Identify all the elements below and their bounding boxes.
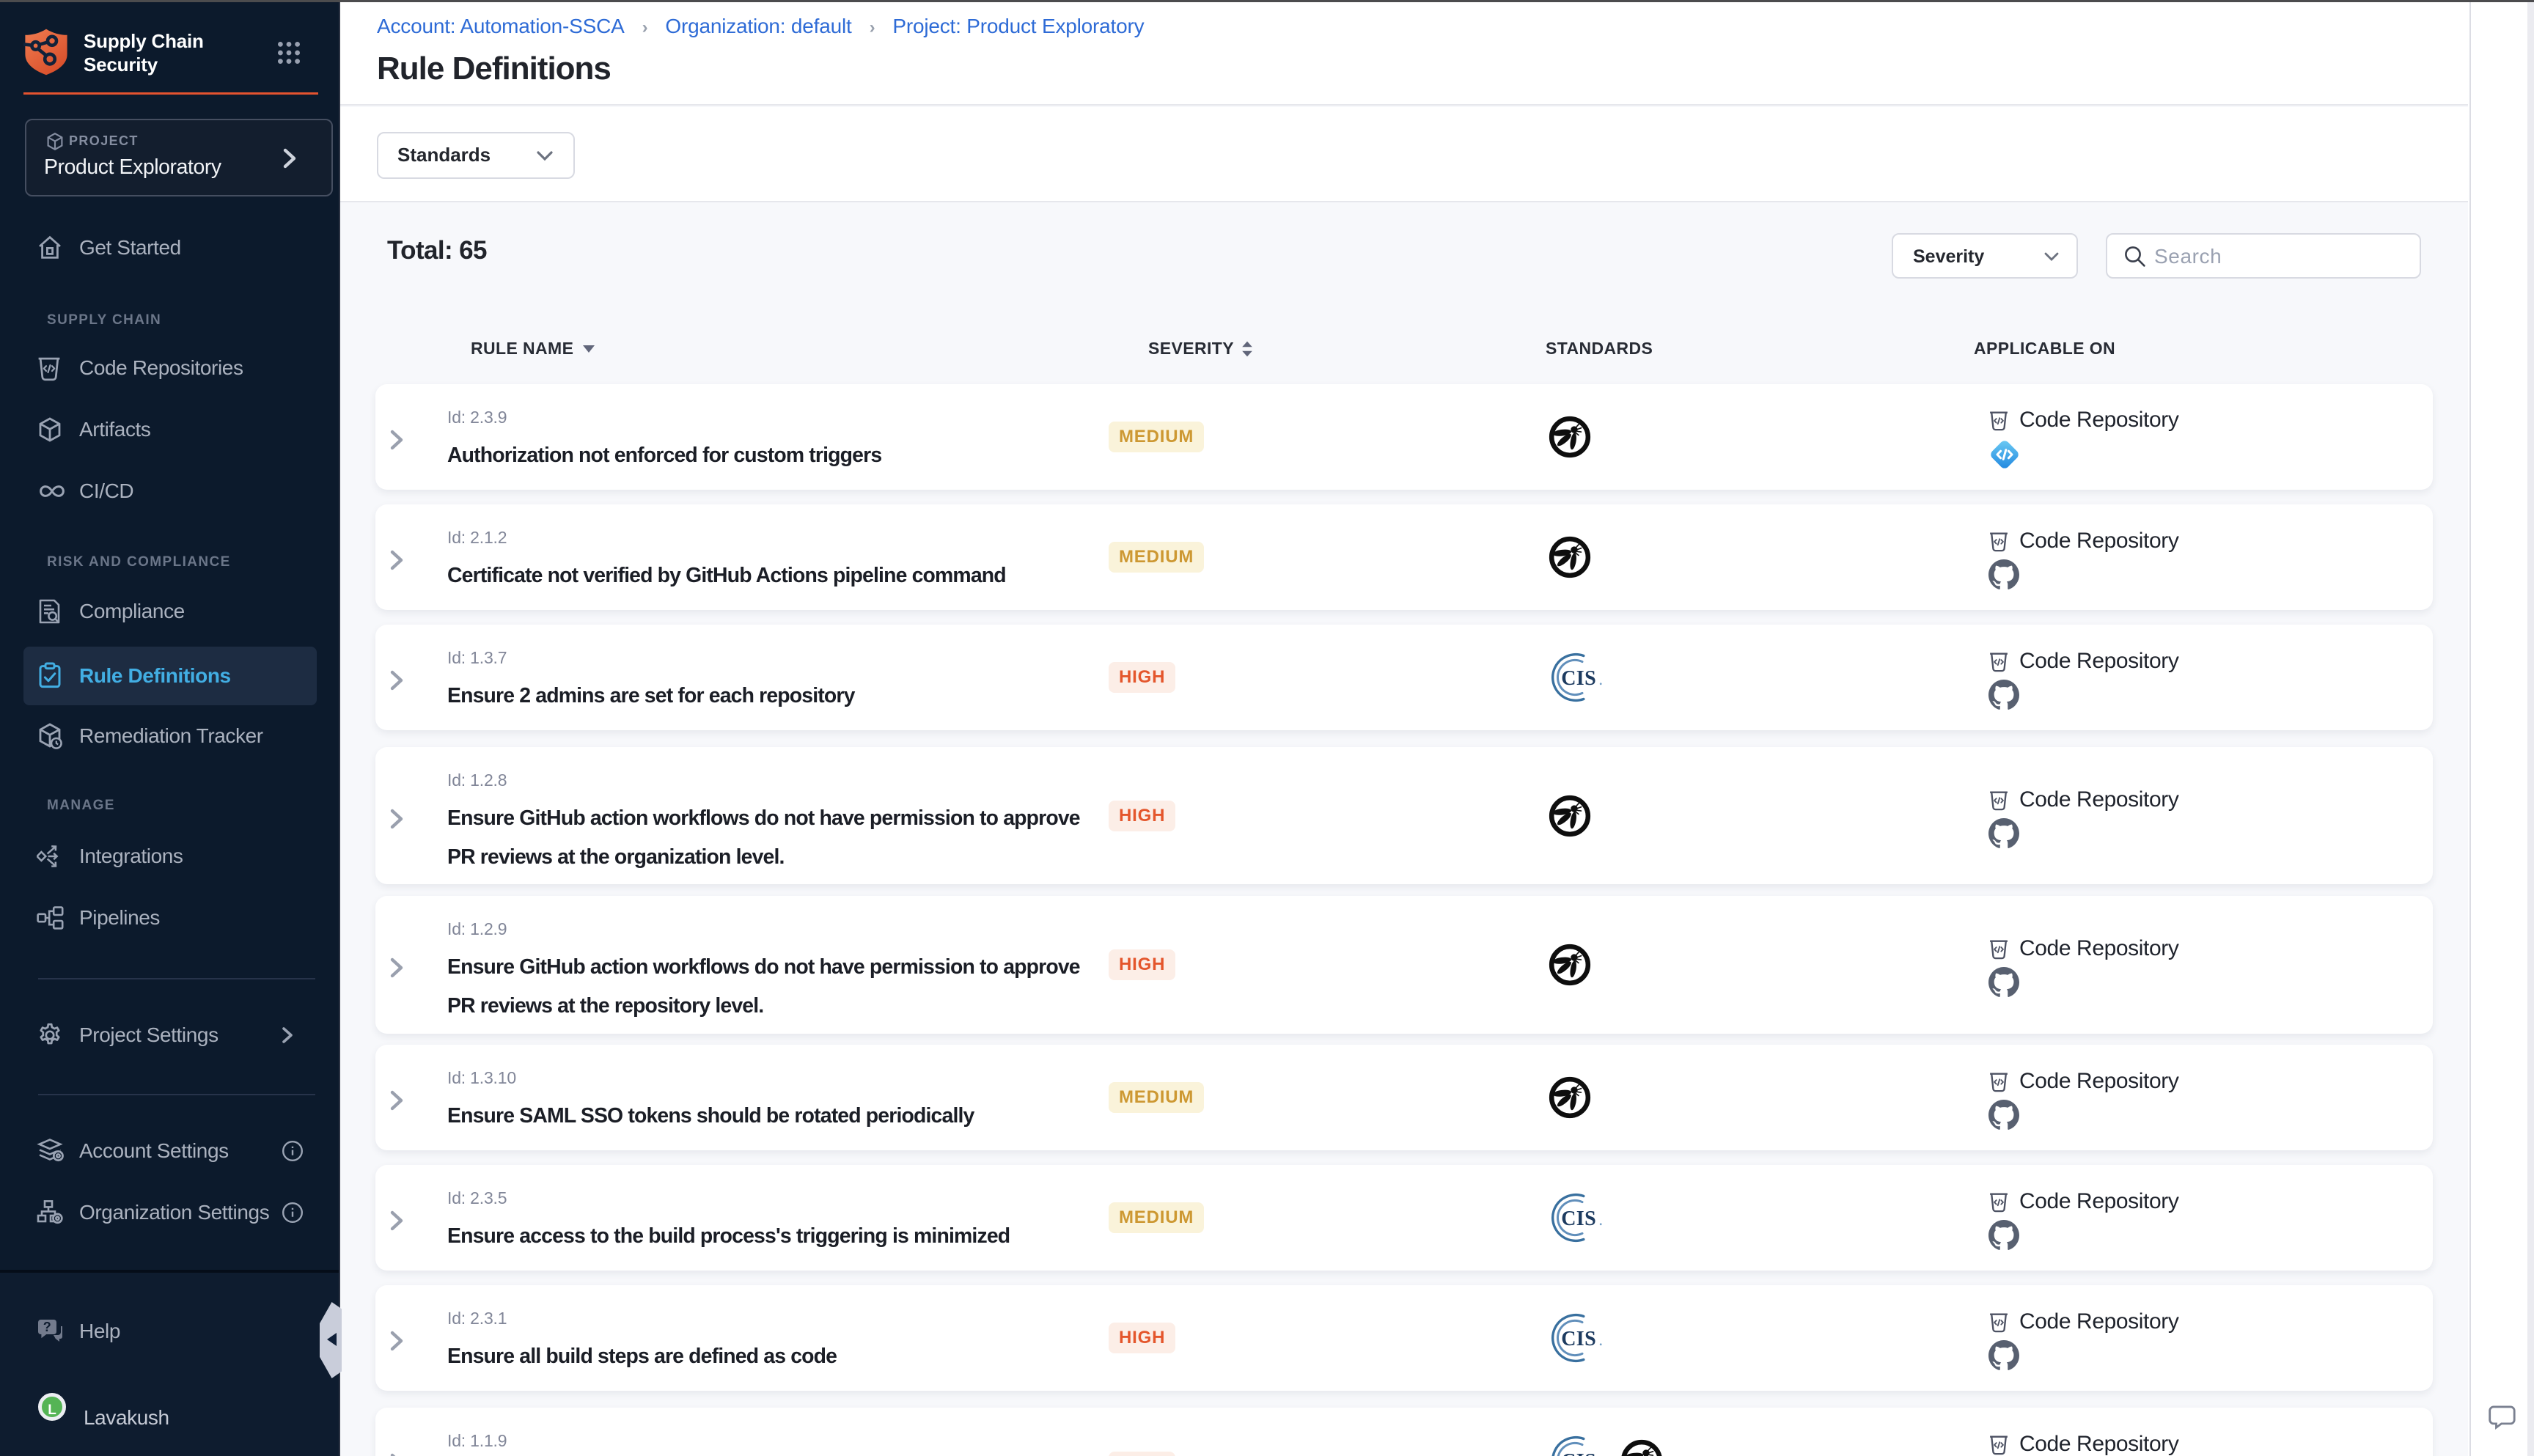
- svg-text:?: ?: [43, 1320, 51, 1334]
